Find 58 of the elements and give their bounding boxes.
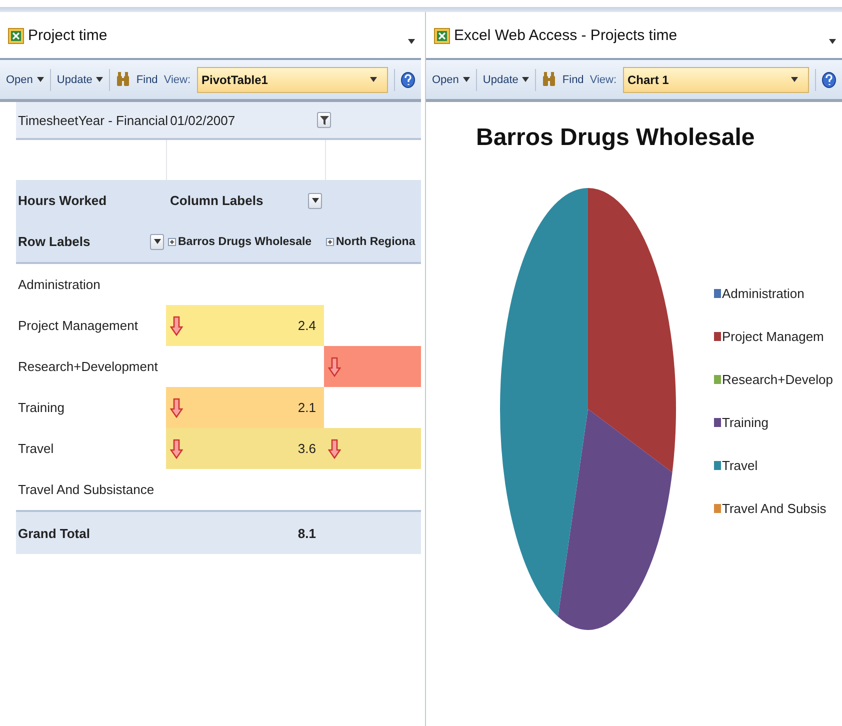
view-dropdown[interactable]: PivotTable1 [196,66,388,92]
column-header: North Regiona [336,236,416,248]
row-label: Training [17,400,66,415]
filter-label: TimesheetYear - Financial [18,112,168,128]
column-header: Barros Drugs Wholesale [178,236,312,248]
filter-dropdown[interactable] [308,192,322,208]
caret-icon [791,77,798,82]
legend-label: Training [722,415,768,430]
total-label: Grand Total [17,526,91,540]
row-label: Administration [17,277,102,292]
spreadsheet-icon [8,28,24,44]
chart-title: Barros Drugs Wholesale [475,123,756,152]
caret-icon [36,77,44,82]
help-icon[interactable] [822,72,836,88]
table-header: Hours Worked [17,193,108,208]
filter-dropdown[interactable] [150,234,164,250]
spreadsheet-icon [434,28,450,44]
legend-label: Research+Develop [722,372,833,387]
caret-icon [462,77,470,82]
caret-icon [370,77,377,82]
filter-value: 01/02/2007 [170,112,236,128]
value-cell: 2.1 [166,387,324,428]
row-label: Project Management [17,318,139,333]
binoculars-icon[interactable] [542,72,556,87]
legend-label: Travel [722,458,758,473]
menu-caret-icon[interactable] [829,39,836,44]
legend-label: Travel And Subsis [722,501,826,516]
table-header: Column Labels [170,193,264,208]
panel-title: Excel Web Access - Projects time [454,27,678,44]
update-menu[interactable]: Update [56,74,104,86]
view-label: View: [590,74,617,86]
row-label: Research+Development [17,359,159,374]
value-cell: 3.6 [166,428,324,469]
expand-icon[interactable] [326,238,334,246]
find-button[interactable]: Find [136,74,158,86]
view-label: View: [164,74,191,86]
row-label: Travel [17,441,55,456]
find-button[interactable]: Find [562,74,584,86]
panel-title: Project time [28,27,108,44]
menu-caret-icon[interactable] [408,39,415,44]
total-value: 8.1 [298,526,316,540]
filter-button[interactable] [317,112,331,128]
binoculars-icon[interactable] [116,72,130,87]
caret-icon [96,77,104,82]
row-label: Travel And Subsistance [17,482,156,497]
expand-icon[interactable] [168,238,176,246]
view-dropdown[interactable]: Chart 1 [622,66,809,92]
open-menu[interactable]: Open [432,74,470,86]
help-icon[interactable] [401,72,415,88]
open-menu[interactable]: Open [6,74,44,86]
caret-icon [312,198,318,203]
value-cell: 2.4 [166,305,324,346]
update-menu[interactable]: Update [482,74,530,86]
table-header: Row Labels [18,234,90,249]
caret-icon [154,239,160,244]
caret-icon [522,77,530,82]
legend-label: Administration [722,286,804,301]
legend-label: Project Managem [722,329,824,344]
